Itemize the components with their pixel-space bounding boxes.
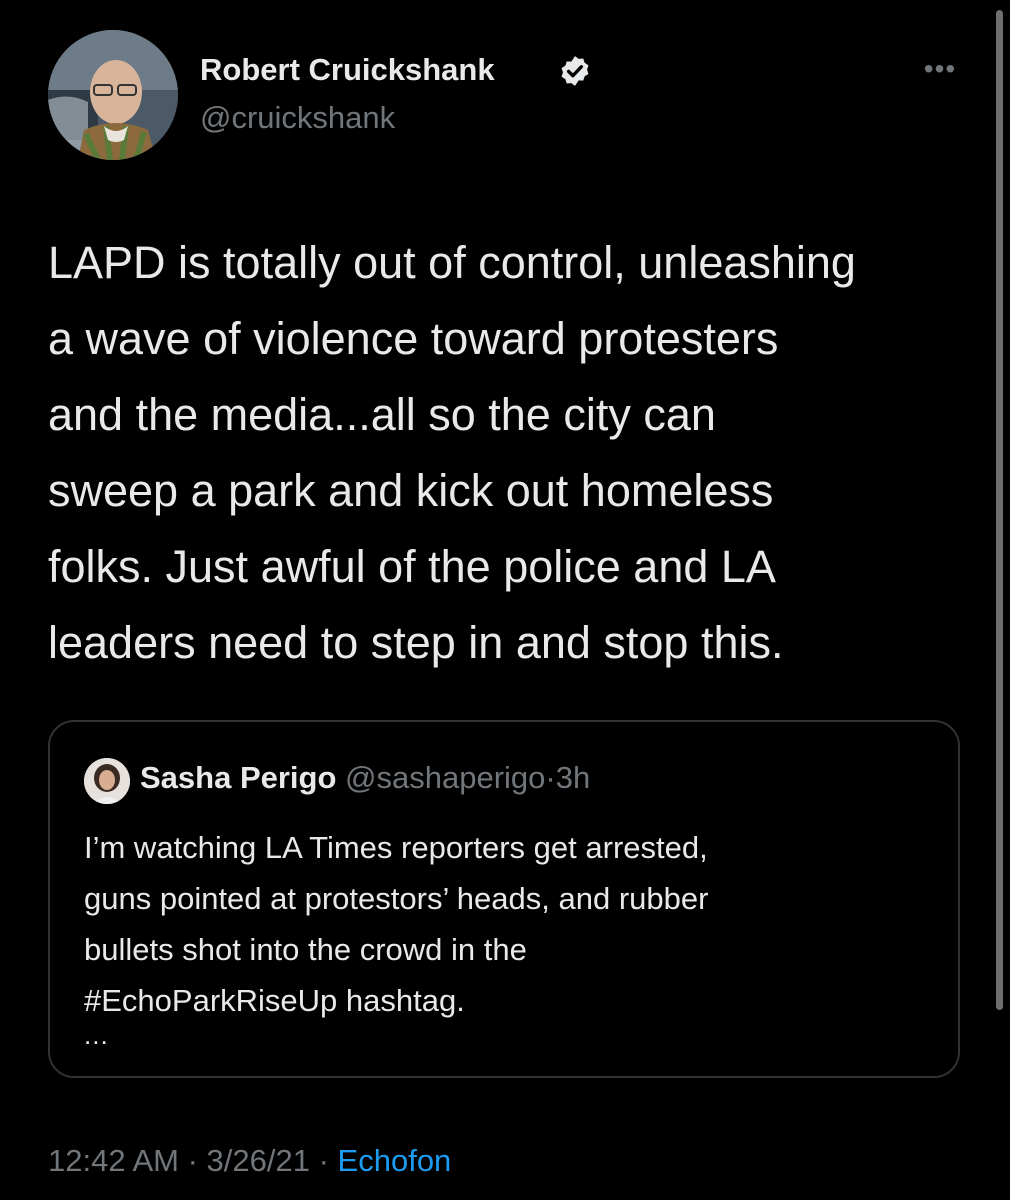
meta-separator: · [178,1143,207,1178]
quoted-text-line: I’m watching LA Times reporters get arre… [84,830,708,865]
tweet-detail: Robert Cruickshank @cruickshank ••• LAPD… [0,0,1010,1200]
tweet-metadata: 12:42 AM · 3/26/21 · Echofon [48,1143,451,1179]
quoted-tweet-card[interactable]: Sasha Perigo @sashaperigo·3h I’m watchin… [48,720,960,1078]
quoted-tweet-header: Sasha Perigo @sashaperigo·3h [140,760,590,796]
tweet-text-line: and the media...all so the city can [48,389,716,440]
tweet-text-line: folks. Just awful of the police and LA [48,541,776,592]
tweet-text-line: sweep a park and kick out homeless [48,465,774,516]
meta-separator: · [309,1143,338,1178]
author-avatar[interactable] [48,30,178,160]
tweet-text-line: a wave of violence toward protesters [48,313,779,364]
quoted-author-name: Sasha Perigo [140,760,337,795]
quoted-author-handle: @sashaperigo [345,760,546,795]
tweet-source-link[interactable]: Echofon [338,1143,452,1178]
quoted-tweet-time: 3h [555,760,591,795]
tweet-text-line: leaders need to step in and stop this. [48,617,784,668]
tweet-text-line: LAPD is totally out of control, unleashi… [48,237,856,288]
more-options-icon[interactable]: ••• [918,54,962,84]
author-name[interactable]: Robert Cruickshank [200,52,495,88]
tweet-time[interactable]: 12:42 AM [48,1143,179,1178]
quoted-text-line: #EchoParkRiseUp hashtag. [84,983,465,1018]
verified-badge-icon [561,56,589,86]
quoted-author-avatar-image [84,758,130,804]
scrollbar[interactable] [996,10,1003,1010]
author-handle[interactable]: @cruickshank [200,100,395,136]
quoted-text-line: guns pointed at protestors’ heads, and r… [84,881,709,916]
quoted-text-line: bullets shot into the crowd in the [84,932,527,967]
author-avatar-image [48,30,178,160]
quoted-text-truncation: ... [84,1020,109,1050]
quoted-tweet-text: I’m watching LA Times reporters get arre… [84,822,944,1026]
quoted-time-separator: · [545,760,556,795]
quoted-author-avatar [84,758,130,804]
tweet-text: LAPD is totally out of control, unleashi… [48,225,978,681]
tweet-date[interactable]: 3/26/21 [207,1143,310,1178]
